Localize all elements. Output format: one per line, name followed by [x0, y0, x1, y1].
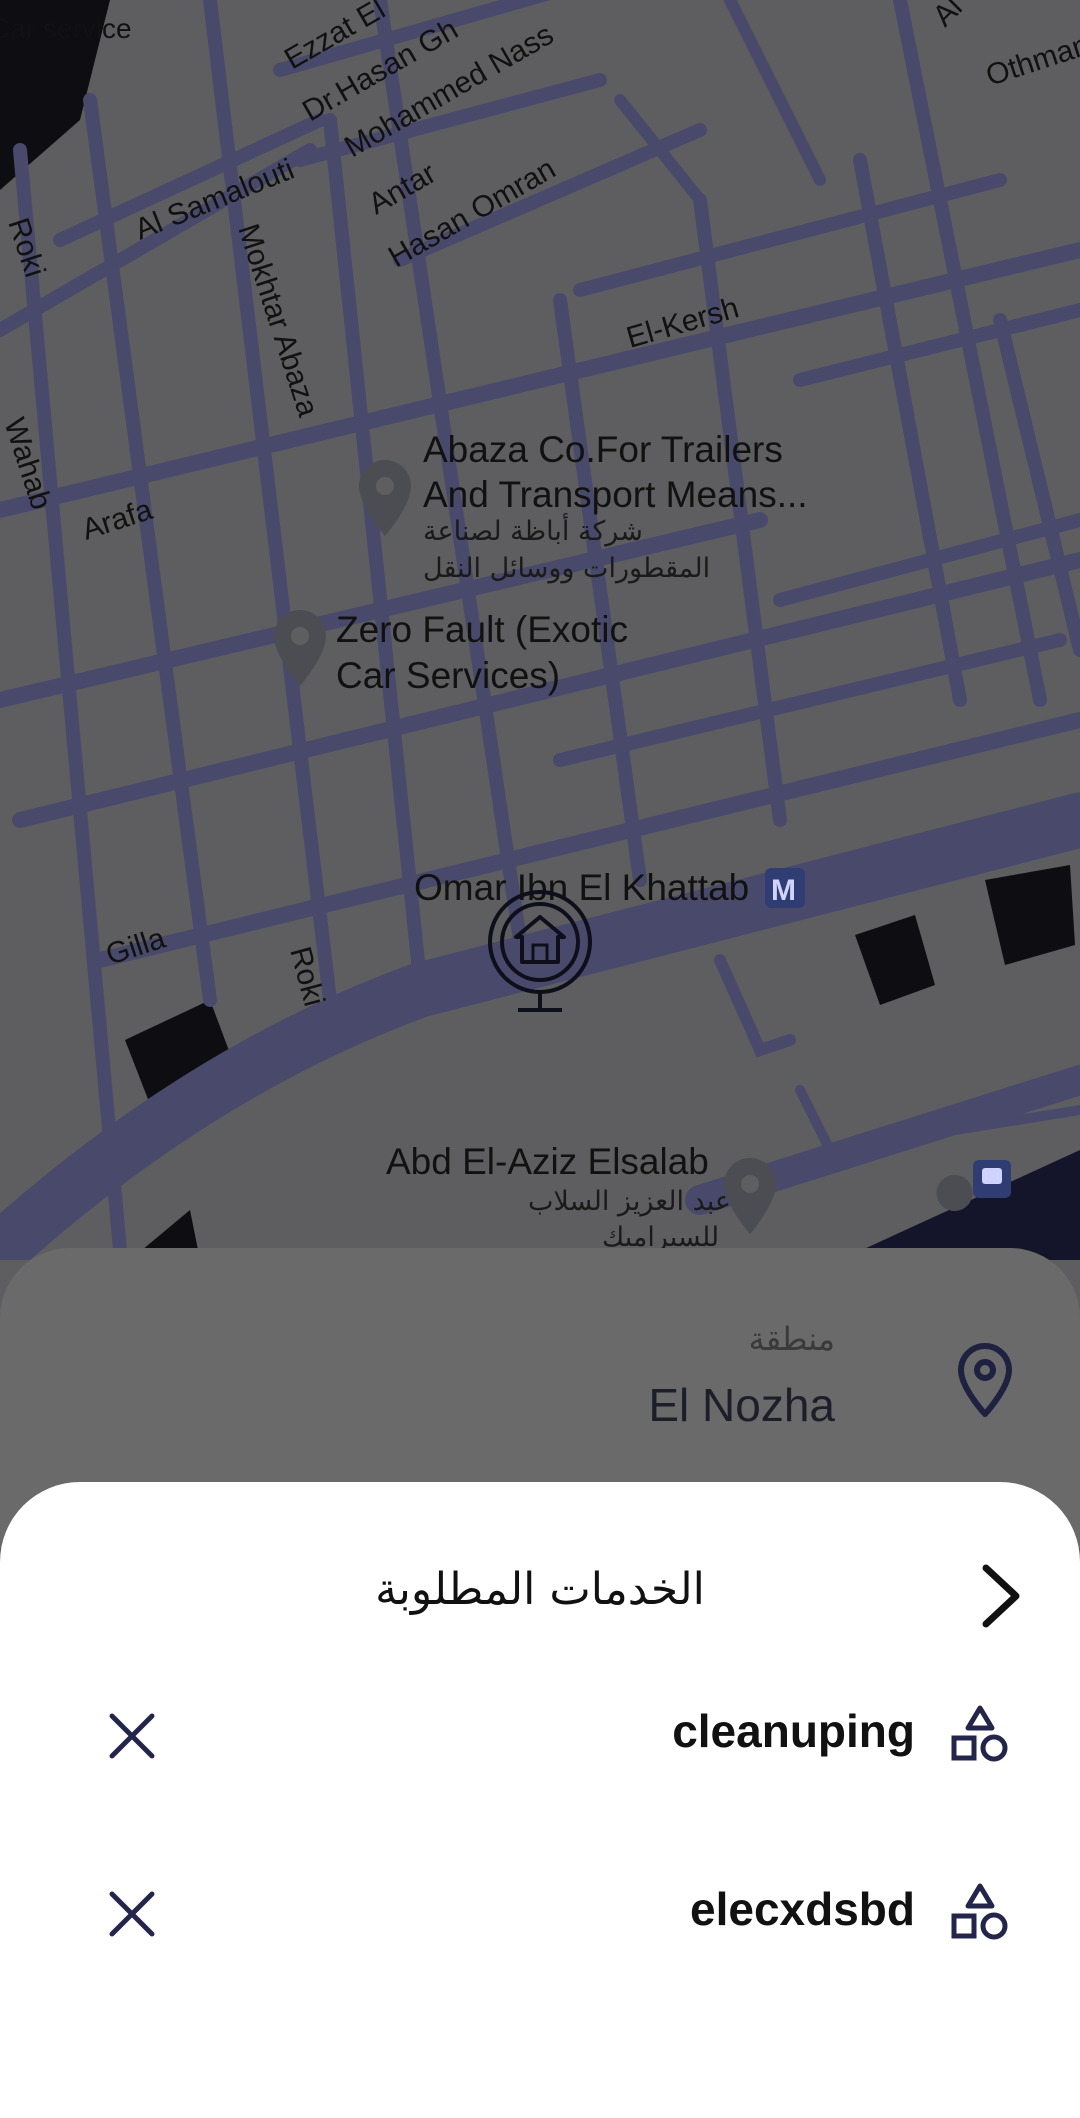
close-icon[interactable] — [104, 1708, 160, 1764]
close-icon[interactable] — [104, 1886, 160, 1942]
service-name: elecxdsbd — [690, 1883, 915, 1935]
metro-badge: M — [771, 874, 796, 907]
place-abaza-line2: And Transport Means... — [423, 474, 808, 515]
sheet-title: الخدمات المطلوبة — [375, 1564, 705, 1615]
station-omar: Omar Ibn El Khattab — [414, 867, 749, 908]
map-view[interactable]: Car service Ezzat El Dr.Hasan Gh Mohamme… — [0, 0, 1080, 1260]
location-label: منطقة — [748, 1320, 835, 1358]
place-abaza-ar-line2: المقطورات ووسائل النقل — [423, 553, 710, 584]
shapes-category-icon — [951, 1883, 1008, 1940]
map-label-service: Car service — [0, 13, 132, 44]
place-zero-line2: Car Services) — [336, 655, 560, 696]
place-abaza-line1: Abaza Co.For Trailers — [423, 429, 783, 470]
location-value: El Nozha — [648, 1379, 835, 1431]
location-pin-icon — [958, 1343, 1012, 1417]
service-row: cleanuping — [0, 1678, 1080, 1798]
place-abd-ar-line1: عبد العزيز السلاب — [528, 1186, 731, 1217]
place-abd-line1: Abd El-Aziz Elsalab — [386, 1141, 709, 1182]
place-abaza-ar-line1: شركة أباظة لصناعة — [423, 512, 643, 547]
service-row: elecxdsbd — [0, 1856, 1080, 1976]
service-name: cleanuping — [672, 1705, 915, 1757]
sheet-header: الخدمات المطلوبة — [0, 1542, 1080, 1652]
shapes-category-icon — [951, 1705, 1008, 1762]
place-zero-line1: Zero Fault (Exotic — [336, 609, 628, 650]
chevron-right-icon[interactable] — [960, 1556, 1040, 1636]
services-bottom-sheet: الخدمات المطلوبة cleanuping elecxdsbd — [0, 1482, 1080, 2118]
